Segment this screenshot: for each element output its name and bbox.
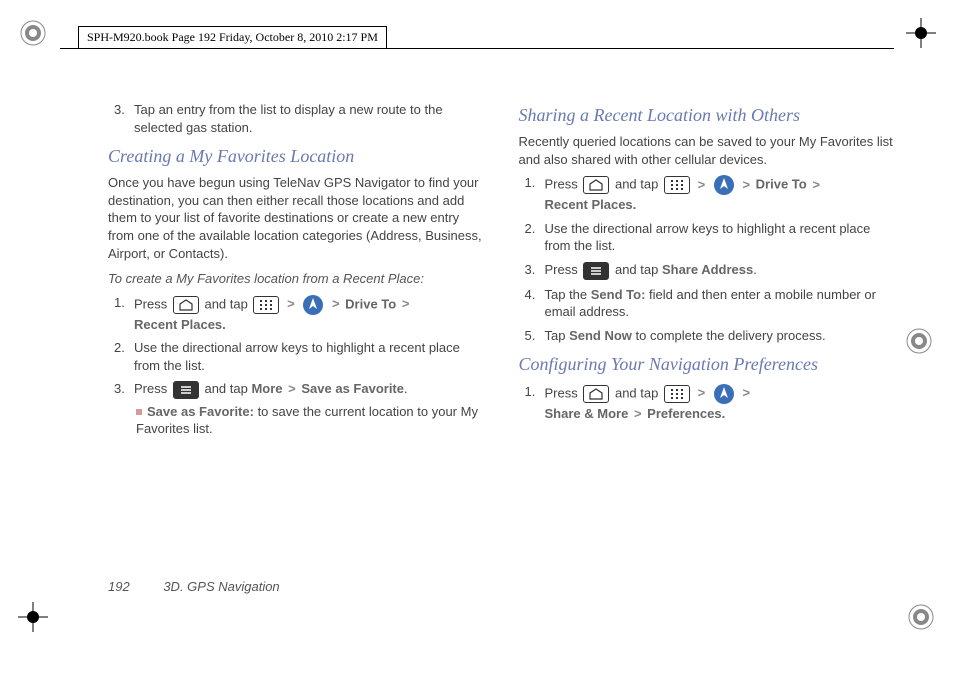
step-text-part: to complete the delivery process. xyxy=(632,328,826,343)
list-item: 4. Tap the Send To: field and then enter… xyxy=(519,286,895,321)
registration-corner-tr xyxy=(906,18,936,48)
chapter-title: 3D. GPS Navigation xyxy=(163,579,279,594)
page-number: 192 xyxy=(108,579,130,594)
step-text-part: and tap xyxy=(615,385,662,400)
menu-path-item: Preferences. xyxy=(647,406,725,421)
step-text-part: Tap xyxy=(545,328,570,343)
list-item: 5. Tap Send Now to complete the delivery… xyxy=(519,327,895,345)
navigation-app-icon xyxy=(713,174,735,196)
breadcrumb-separator: > xyxy=(740,385,752,400)
breadcrumb-separator: > xyxy=(330,296,342,311)
step-number: 3. xyxy=(114,380,125,398)
step-text: Use the directional arrow keys to highli… xyxy=(134,340,460,373)
list-item: 1. Press and tap > > Share & More > Pref… xyxy=(519,383,895,423)
step-number: 2. xyxy=(525,220,536,238)
heading-config-preferences: Configuring Your Navigation Preferences xyxy=(519,352,895,376)
navigation-app-icon xyxy=(713,383,735,405)
step-text-part: Press xyxy=(134,296,171,311)
menu-button-icon xyxy=(173,381,199,399)
bullet-square-icon xyxy=(136,409,142,415)
list-item: 3. Press and tap More > Save as Favorite… xyxy=(108,380,484,438)
app-grid-icon xyxy=(664,385,690,403)
list-item: 1. Press and tap > > Drive To > Recent P… xyxy=(519,174,895,214)
procedure-list: 1. Press and tap > > Drive To > Recent P… xyxy=(519,174,895,344)
breadcrumb-separator: > xyxy=(400,296,412,311)
field-label: Send To: xyxy=(591,287,646,302)
button-label: Send Now xyxy=(569,328,632,343)
menu-path-item: Share & More xyxy=(545,406,629,421)
step-text-part: and tap xyxy=(615,177,662,192)
home-button-icon xyxy=(583,176,609,194)
breadcrumb-separator: > xyxy=(696,385,708,400)
registration-corner-br xyxy=(906,602,936,632)
breadcrumb-separator: > xyxy=(286,381,298,396)
menu-button-icon xyxy=(583,262,609,280)
step-text-part: . xyxy=(753,262,757,277)
page-footer: 192 3D. GPS Navigation xyxy=(108,579,280,594)
paragraph: Once you have begun using TeleNav GPS Na… xyxy=(108,174,484,262)
registration-corner-bl xyxy=(18,602,48,632)
menu-path-item: Drive To xyxy=(756,177,807,192)
step-number: 4. xyxy=(525,286,536,304)
heading-sharing-location: Sharing a Recent Location with Others xyxy=(519,103,895,127)
step-text-part: . xyxy=(404,381,408,396)
menu-path-item: Drive To xyxy=(345,296,400,311)
list-item: 3. Tap an entry from the list to display… xyxy=(108,101,484,136)
header-rule xyxy=(60,48,894,49)
list-item: 1. Press and tap > > Drive To > Recent P… xyxy=(108,294,484,334)
sub-list-item: Save as Favorite: to save the current lo… xyxy=(134,403,484,438)
step-text-part: Press xyxy=(545,262,582,277)
navigation-app-icon xyxy=(302,294,324,316)
breadcrumb-separator: > xyxy=(696,177,708,192)
step-text: Tap an entry from the list to display a … xyxy=(134,102,443,135)
paragraph: Recently queried locations can be saved … xyxy=(519,133,895,168)
breadcrumb-separator: > xyxy=(740,177,752,192)
breadcrumb-separator: > xyxy=(810,177,822,192)
menu-path-item: Recent Places. xyxy=(134,317,226,332)
step-number: 2. xyxy=(114,339,125,357)
procedure-list: 1. Press and tap > > Drive To > Recent P… xyxy=(108,294,484,438)
page-header-meta: SPH-M920.book Page 192 Friday, October 8… xyxy=(78,26,387,49)
sub-item-label: Save as Favorite: xyxy=(147,404,254,419)
home-button-icon xyxy=(583,385,609,403)
procedure-lead: To create a My Favorites location from a… xyxy=(108,270,484,288)
list-item: 2. Use the directional arrow keys to hig… xyxy=(108,339,484,374)
step-number: 1. xyxy=(525,174,536,192)
registration-mark-right xyxy=(904,326,934,356)
step-text-part: and tap xyxy=(615,262,662,277)
heading-creating-favorites: Creating a My Favorites Location xyxy=(108,144,484,168)
step-number: 1. xyxy=(525,383,536,401)
left-column: 3. Tap an entry from the list to display… xyxy=(108,95,484,562)
registration-corner-tl xyxy=(18,18,48,48)
app-grid-icon xyxy=(664,176,690,194)
step-text: Use the directional arrow keys to highli… xyxy=(545,221,871,254)
right-column: Sharing a Recent Location with Others Re… xyxy=(519,95,895,562)
step-text-part: Press xyxy=(134,381,171,396)
home-button-icon xyxy=(173,296,199,314)
breadcrumb-separator: > xyxy=(285,296,297,311)
step-number: 3. xyxy=(114,101,125,119)
step-text-part: Press xyxy=(545,385,582,400)
step-text-part: and tap xyxy=(204,296,251,311)
step-number: 1. xyxy=(114,294,125,312)
page-body: 3. Tap an entry from the list to display… xyxy=(108,95,894,562)
step-number: 5. xyxy=(525,327,536,345)
menu-path-item: Save as Favorite xyxy=(301,381,404,396)
procedure-list: 1. Press and tap > > Share & More > Pref… xyxy=(519,383,895,423)
step-text-part: Tap the xyxy=(545,287,591,302)
breadcrumb-separator: > xyxy=(632,406,644,421)
step-text-part: Press xyxy=(545,177,582,192)
step-text-part: and tap xyxy=(204,381,251,396)
menu-path-item: Share Address xyxy=(662,262,753,277)
menu-path-item: Recent Places. xyxy=(545,197,637,212)
menu-path-item: More xyxy=(251,381,282,396)
list-item: 2. Use the directional arrow keys to hig… xyxy=(519,220,895,255)
app-grid-icon xyxy=(253,296,279,314)
step-number: 3. xyxy=(525,261,536,279)
list-item: 3. Press and tap Share Address. xyxy=(519,261,895,280)
